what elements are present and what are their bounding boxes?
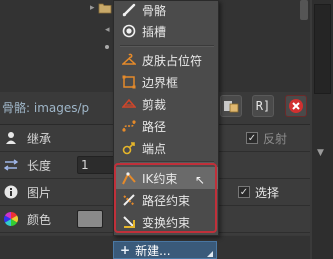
corner-triangle-icon	[207, 251, 213, 257]
right-scrollbar[interactable]: ▼	[312, 0, 333, 259]
clipping-icon	[122, 97, 136, 111]
node-dot-icon	[105, 45, 109, 49]
select-checkbox[interactable]: ✓ 选择	[238, 184, 279, 201]
menu-item-label: 边界框	[142, 75, 179, 90]
menu-item-slot[interactable]: 插槽	[114, 20, 218, 42]
menu-item-label: 皮肤占位符	[142, 53, 203, 68]
path-icon	[122, 119, 136, 133]
menu-item-label: 路径	[142, 119, 167, 134]
menu-item-skin-placeholder[interactable]: 皮肤占位符	[114, 49, 218, 71]
new-button[interactable]: + 新建...	[113, 241, 217, 259]
menu-separator	[120, 45, 214, 47]
length-icon	[3, 157, 19, 173]
reflect-check-icon: ✓	[246, 132, 258, 144]
menu-item-clipping[interactable]: 剪裁	[114, 93, 218, 115]
clipboard-icon	[224, 101, 239, 113]
rename-tool-button[interactable]: R]	[252, 95, 274, 117]
slot-icon	[122, 24, 136, 38]
tree-row[interactable]: ▸	[90, 2, 112, 14]
paste-tool-button[interactable]	[220, 95, 242, 117]
inherit-label: 继承	[27, 131, 52, 146]
info-icon	[3, 184, 19, 200]
image-label: 图片	[27, 185, 52, 200]
reflect-checkbox[interactable]: ✓ 反射	[246, 130, 287, 147]
color-swatch[interactable]	[77, 210, 103, 228]
scroll-track[interactable]	[314, 4, 331, 94]
new-button-label: 新建...	[135, 243, 171, 258]
delete-icon	[289, 99, 303, 113]
menu-item-label: 剪裁	[142, 97, 167, 112]
bone-path-label: 骨骼: images/p	[2, 101, 90, 115]
folder-icon	[98, 2, 112, 14]
scroll-down-icon[interactable]: ▼	[317, 148, 327, 158]
inherit-icon	[3, 130, 19, 146]
reflect-label: 反射	[263, 131, 288, 146]
menu-item-label: 骨骼	[142, 3, 167, 18]
menu-item-path[interactable]: 路径	[114, 115, 218, 137]
menu-item-bounding-box[interactable]: 边界框	[114, 71, 218, 93]
delete-button[interactable]	[285, 95, 307, 117]
hanger-icon	[122, 53, 136, 67]
menu-item-label: 插槽	[142, 24, 167, 39]
highlight-annotation	[114, 163, 217, 233]
menu-item-bone[interactable]: 骨骼	[114, 0, 218, 21]
bounding-box-icon	[122, 75, 136, 89]
menu-item-point[interactable]: 端点	[114, 137, 218, 159]
point-icon	[122, 141, 136, 155]
tree-row[interactable]	[105, 45, 109, 49]
bone-icon	[122, 3, 136, 17]
length-field[interactable]: 1	[77, 156, 115, 174]
menu-item-label: 端点	[142, 141, 167, 156]
color-wheel-icon	[3, 211, 19, 227]
select-check-icon: ✓	[238, 186, 250, 198]
expand-arrow-icon[interactable]: ▸	[90, 3, 95, 13]
select-label: 选择	[255, 185, 280, 200]
tree-scrollbar[interactable]	[300, 0, 308, 20]
plus-icon: +	[120, 243, 131, 257]
tree-row[interactable]: ◂	[105, 25, 110, 35]
rename-icon: R]	[255, 99, 271, 113]
expand-arrow-icon[interactable]: ◂	[105, 25, 110, 35]
